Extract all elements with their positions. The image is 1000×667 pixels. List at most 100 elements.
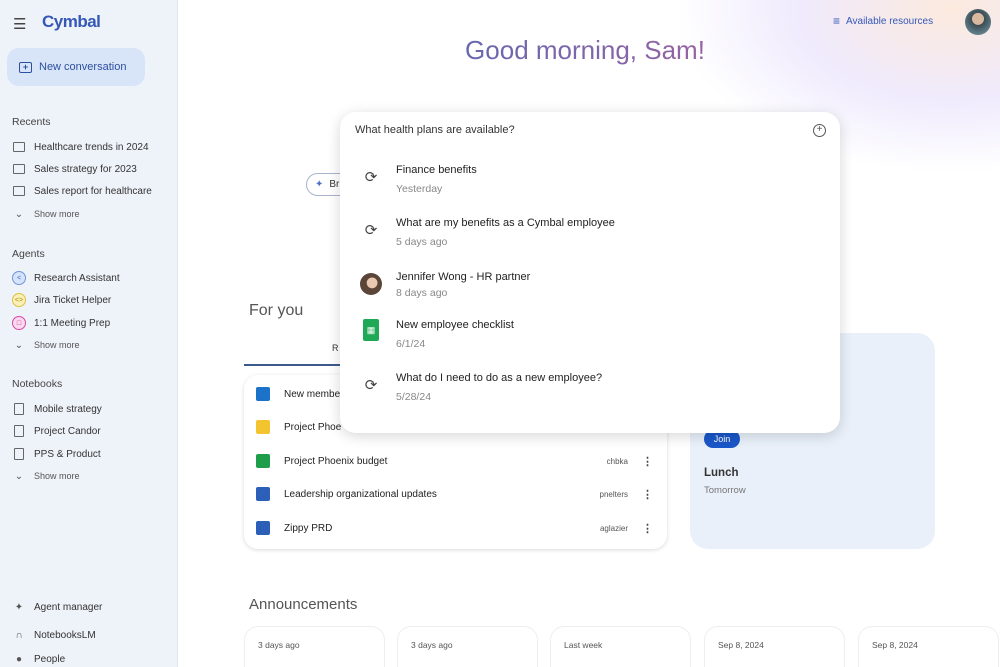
filter-icon: ≡ <box>833 14 841 28</box>
word-icon <box>256 487 270 501</box>
sheets-icon <box>256 454 270 468</box>
recents-show-more[interactable]: ⌄ Show more <box>12 207 80 221</box>
new-conversation-button[interactable]: + New conversation <box>7 48 145 86</box>
more-vert-icon[interactable]: ⋮ <box>642 455 653 468</box>
notebook-item[interactable]: Project Candor <box>12 424 101 438</box>
suggestion-title: New employee checklist <box>396 319 514 331</box>
file-name: New membe <box>284 388 341 400</box>
suggestion-item[interactable]: Jennifer Wong - HR partner 8 days ago <box>360 271 530 299</box>
recent-label: Sales strategy for 2023 <box>34 163 137 175</box>
notebook-item[interactable]: Mobile strategy <box>12 402 102 416</box>
announcement-date: Sep 8, 2024 <box>718 640 764 650</box>
notebook-icon <box>12 447 26 461</box>
suggestion-title: Jennifer Wong - HR partner <box>396 271 531 283</box>
file-owner: aglazier <box>599 523 628 533</box>
file-name: Zippy PRD <box>284 522 333 534</box>
search-suggestions-popup: What health plans are available? + ⟳ Fina… <box>340 112 840 433</box>
recent-item[interactable]: Sales strategy for 2023 <box>12 162 137 176</box>
meeting-agent-icon: □ <box>12 316 26 330</box>
recent-item[interactable]: Sales report for healthcare <box>12 184 152 198</box>
history-icon: ⟳ <box>364 377 378 394</box>
people-label: People <box>34 653 66 665</box>
recent-label: Healthcare trends in 2024 <box>34 141 149 153</box>
for-you-tab[interactable]: R <box>244 340 340 366</box>
notebookslm-link[interactable]: ∩ NotebooksLM <box>12 628 96 642</box>
sharepoint-icon <box>256 387 270 401</box>
announcement-card[interactable]: Sep 8, 2024 <box>858 626 999 667</box>
recents-heading: Recents <box>12 116 51 128</box>
history-icon: ⟳ <box>364 222 378 239</box>
chevron-down-icon: ⌄ <box>14 470 24 482</box>
more-vert-icon[interactable]: ⋮ <box>642 522 653 535</box>
announcement-card[interactable]: Last week <box>550 626 691 667</box>
suggestion-item[interactable]: ⟳ Finance benefits Yesterday <box>360 164 477 195</box>
available-resources-label: Available resources <box>846 15 934 27</box>
file-row[interactable]: Leadership organizational updates pnelter… <box>256 487 653 501</box>
announcement-date: 3 days ago <box>411 640 453 650</box>
available-resources-button[interactable]: ≡ Available resources <box>833 14 933 28</box>
agents-heading: Agents <box>12 248 45 260</box>
notebooks-show-more[interactable]: ⌄ Show more <box>12 469 80 483</box>
menu-icon[interactable]: ☰ <box>13 15 26 33</box>
suggestion-item[interactable]: ▦ New employee checklist 6/1/24 <box>360 319 514 350</box>
add-chat-icon: + <box>19 61 32 73</box>
search-input[interactable]: What health plans are available? <box>355 124 515 136</box>
announcement-card[interactable]: 3 days ago <box>397 626 538 667</box>
notebooks-heading: Notebooks <box>12 378 63 390</box>
person-avatar <box>360 273 382 295</box>
show-more-label: Show more <box>34 340 80 350</box>
agent-item[interactable]: < Research Assistant <box>12 271 120 285</box>
announcement-card[interactable]: Sep 8, 2024 <box>704 626 845 667</box>
tab-label: R <box>332 343 339 353</box>
new-conversation-label: New conversation <box>39 61 127 73</box>
more-vert-icon[interactable]: ⋮ <box>642 488 653 501</box>
people-link[interactable]: ● People <box>12 652 65 666</box>
file-name: Project Phoe <box>284 421 342 433</box>
suggestion-title: Finance benefits <box>396 164 477 176</box>
notebookslm-label: NotebooksLM <box>34 629 96 641</box>
agent-item[interactable]: <> Jira Ticket Helper <box>12 293 111 307</box>
agent-label: Research Assistant <box>34 272 120 284</box>
agent-item[interactable]: □ 1:1 Meeting Prep <box>12 316 110 330</box>
suggestion-title: What are my benefits as a Cymbal employe… <box>396 217 615 229</box>
notebook-icon <box>12 424 26 438</box>
recent-label: Sales report for healthcare <box>34 185 152 197</box>
suggestion-item[interactable]: ⟳ What do I need to do as a new employee?… <box>360 372 602 403</box>
agent-manager-link[interactable]: ✦ Agent manager <box>12 600 103 614</box>
event-time: Tomorrow <box>704 485 746 496</box>
file-owner: pnelters <box>599 489 628 499</box>
chevron-down-icon: ⌄ <box>14 208 24 220</box>
chat-icon <box>12 184 26 198</box>
announcement-date: Last week <box>564 640 603 650</box>
notebook-label: PPS & Product <box>34 448 101 460</box>
notebook-label: Project Candor <box>34 425 101 437</box>
agents-show-more[interactable]: ⌄ Show more <box>12 338 80 352</box>
file-owner: chbka <box>606 456 628 466</box>
sparkle-icon: ✦ <box>14 601 24 613</box>
prompt-chip-label: Br <box>329 179 340 190</box>
chevron-down-icon: ⌄ <box>14 339 24 351</box>
for-you-heading: For you <box>249 302 304 319</box>
announcements-heading: Announcements <box>249 596 358 613</box>
research-agent-icon: < <box>12 271 26 285</box>
suggestion-subtitle: 5 days ago <box>396 236 448 248</box>
announcement-date: Sep 8, 2024 <box>872 640 918 650</box>
history-icon: ⟳ <box>364 169 378 186</box>
word-icon <box>256 521 270 535</box>
user-avatar[interactable] <box>965 9 991 35</box>
people-icon: ● <box>15 653 23 665</box>
notebook-item[interactable]: PPS & Product <box>12 447 101 461</box>
file-row[interactable]: Project Phoenix budget chbka ⋮ <box>256 454 653 468</box>
recent-item[interactable]: Healthcare trends in 2024 <box>12 140 149 154</box>
agent-label: 1:1 Meeting Prep <box>34 317 111 329</box>
file-name: Leadership organizational updates <box>284 488 437 500</box>
announcement-card[interactable]: 3 days ago <box>244 626 385 667</box>
slides-icon <box>256 420 270 434</box>
file-row[interactable]: Zippy PRD aglazier ⋮ <box>256 521 653 535</box>
event-title: Lunch <box>704 467 739 479</box>
chat-icon <box>12 140 26 154</box>
greeting: Good morning, Sam! <box>340 35 830 66</box>
suggestion-item[interactable]: ⟳ What are my benefits as a Cymbal employ… <box>360 217 615 248</box>
add-circle-icon[interactable]: + <box>813 124 826 137</box>
suggestion-subtitle: Yesterday <box>396 183 443 195</box>
